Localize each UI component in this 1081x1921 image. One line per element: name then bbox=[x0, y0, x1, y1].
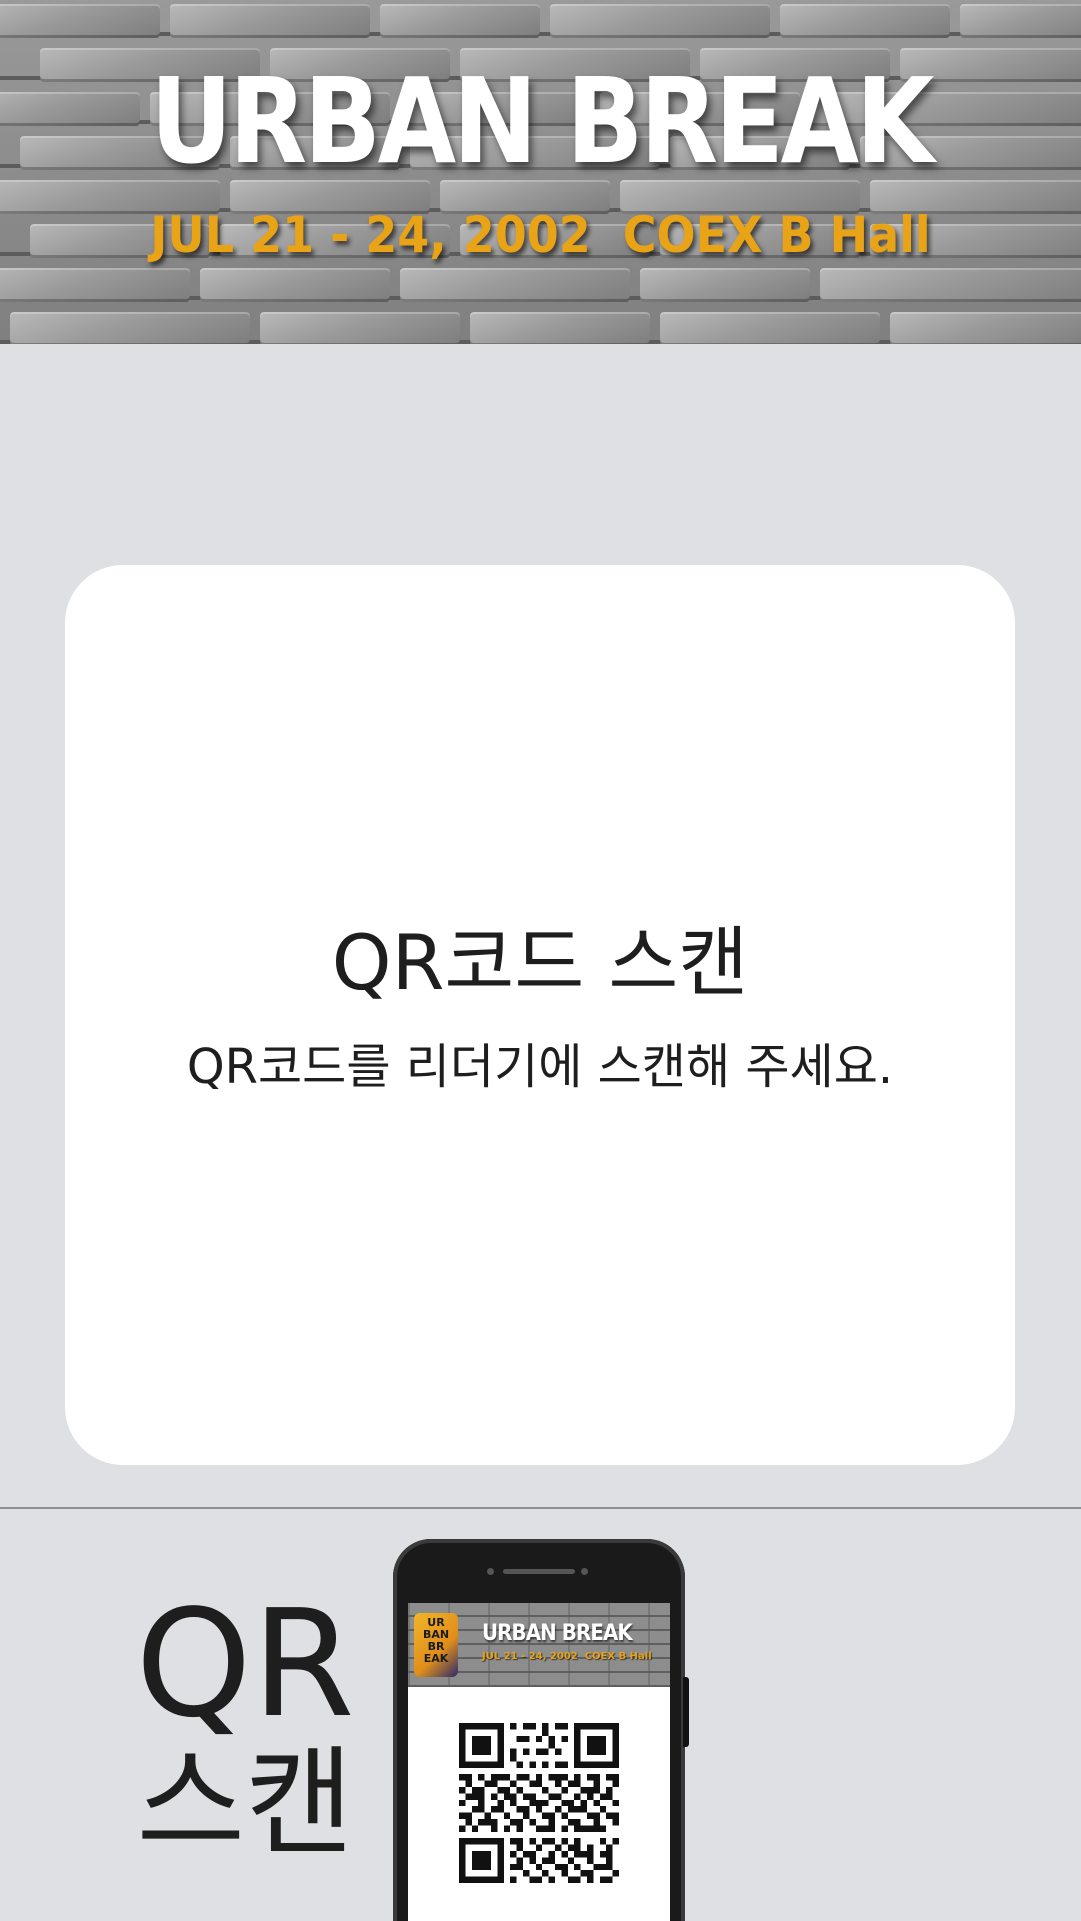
header-banner: URBAN BREAK JUL 21 - 24, 2002 COEX B Hal… bbox=[0, 0, 1081, 344]
phone-camera-dot bbox=[487, 1568, 494, 1575]
card-title: QR코드 스캔 bbox=[331, 918, 749, 1007]
kiosk-screen: URBAN BREAK JUL 21 - 24, 2002 COEX B Hal… bbox=[0, 0, 1081, 1921]
qr-code-icon bbox=[459, 1723, 619, 1883]
instruction-card: QR코드 스캔 QR코드를 리더기에 스캔해 주세요. bbox=[65, 565, 1015, 1465]
mini-event-title: URBAN BREAK bbox=[482, 1621, 633, 1646]
card-message: QR코드를 리더기에 스캔해 주세요. bbox=[186, 1039, 894, 1095]
mini-banner: UR BAN BR EAK URBAN BREAK JUL 21 - 24, 2… bbox=[408, 1603, 670, 1687]
divider bbox=[0, 1507, 1081, 1509]
event-title: URBAN BREAK bbox=[150, 52, 934, 190]
event-logo: UR BAN BR EAK bbox=[414, 1613, 458, 1677]
phone-illustration: UR BAN BR EAK URBAN BREAK JUL 21 - 24, 2… bbox=[393, 1539, 689, 1921]
hint-line-scan: 스캔 bbox=[136, 1734, 354, 1872]
qr-scan-hint: QR 스캔 bbox=[130, 1590, 360, 1862]
event-date-venue: JUL 21 - 24, 2002 COEX B Hall bbox=[150, 206, 931, 264]
phone-screen: UR BAN BR EAK URBAN BREAK JUL 21 - 24, 2… bbox=[408, 1603, 670, 1921]
phone-speaker bbox=[503, 1569, 575, 1574]
hint-line-qr: QR bbox=[135, 1578, 355, 1750]
phone-sensor-dot bbox=[581, 1568, 588, 1575]
phone-side-button bbox=[683, 1677, 689, 1747]
mini-event-date: JUL 21 - 24, 2002 COEX B Hall bbox=[482, 1651, 652, 1662]
